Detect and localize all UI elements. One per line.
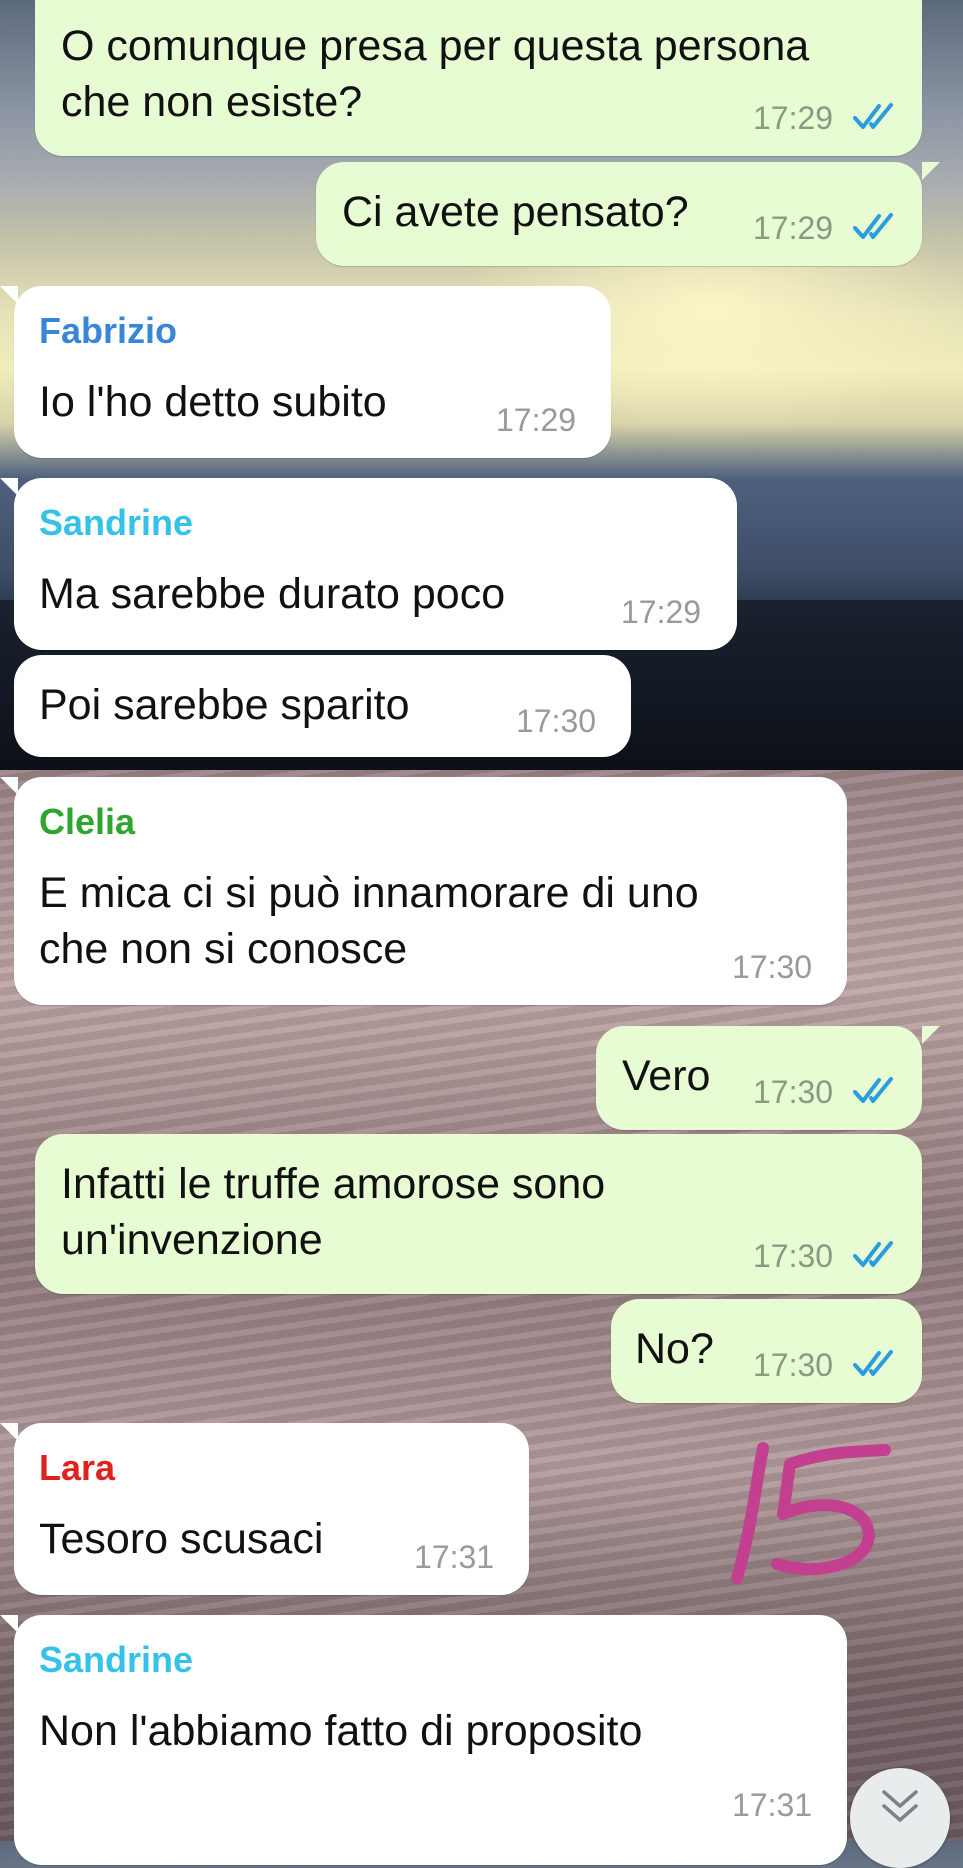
message-bubble-incoming[interactable]: Clelia E mica ci si può innamorare di un… [0,777,847,1005]
message-bubble-outgoing[interactable]: Ci avete pensato? 17:29 [316,162,940,266]
message-text: Tesoro scusaci [39,1515,324,1563]
double-check-icon [853,1241,893,1267]
double-check-icon [853,1350,893,1376]
double-chevron-down-icon [882,1790,918,1822]
message-text: Ci avete pensato? [342,188,689,236]
bubble-tail [0,1423,18,1441]
message-time: 17:29 [496,402,577,438]
bubble-tail [0,1615,18,1633]
message-text: Ma sarebbe durato poco [39,570,506,618]
message-time: 17:30 [732,949,813,985]
message-text: Infatti le truffe amorose sono [61,1160,606,1208]
message-time: 17:29 [753,100,834,136]
message-bubble-incoming[interactable]: Lara Tesoro scusaci 17:31 [0,1423,529,1595]
message-time: 17:29 [621,594,702,630]
message-time: 17:30 [753,1347,834,1383]
message-time: 17:29 [753,210,834,246]
message-time: 17:30 [753,1238,834,1274]
bubble-tail [922,1026,940,1044]
message-bubble-outgoing[interactable]: No? 17:30 [611,1299,922,1403]
sender-name[interactable]: Sandrine [39,1639,193,1681]
scroll-to-bottom-button[interactable] [850,1768,950,1868]
message-time: 17:31 [414,1539,495,1575]
double-check-icon [853,213,893,239]
bubble-tail [0,286,18,304]
sender-name[interactable]: Lara [39,1447,115,1489]
message-text: che non si conosce [39,925,408,973]
message-time: 17:31 [732,1787,813,1823]
message-text: che non esiste? [61,78,363,126]
message-time: 17:30 [753,1074,834,1110]
message-text: Io l'ho detto subito [39,378,387,426]
bubble-tail [922,162,940,180]
message-text: Vero [622,1052,711,1100]
handwritten-annotation [731,1442,891,1584]
message-bubble-incoming[interactable]: Poi sarebbe sparito 17:30 [14,655,631,757]
message-bubble-incoming[interactable]: Fabrizio Io l'ho detto subito 17:29 [0,286,611,458]
message-text: O comunque presa per questa persona [61,22,810,70]
message-time: 17:30 [516,703,597,739]
bubble-tail [0,478,18,496]
message-bubble-outgoing[interactable]: Infatti le truffe amorose sono un'invenz… [35,1134,922,1294]
message-text: Non l'abbiamo fatto di proposito [39,1707,643,1755]
bubble-tail [0,777,18,795]
message-text: un'invenzione [61,1216,323,1264]
double-check-icon [853,1077,893,1103]
sender-name[interactable]: Sandrine [39,502,193,544]
message-text: Poi sarebbe sparito [39,681,410,729]
message-text: E mica ci si può innamorare di uno [39,869,699,917]
message-text: No? [635,1325,714,1373]
double-check-icon [853,103,893,129]
message-bubble-incoming[interactable]: Sandrine Non l'abbiamo fatto di proposit… [0,1615,847,1865]
sender-name[interactable]: Clelia [39,801,135,843]
message-bubble-outgoing[interactable]: O comunque presa per questa persona che … [35,0,922,156]
sender-name[interactable]: Fabrizio [39,310,177,352]
message-bubble-outgoing[interactable]: Vero 17:30 [596,1026,940,1130]
message-bubble-incoming[interactable]: Sandrine Ma sarebbe durato poco 17:29 [0,478,737,650]
